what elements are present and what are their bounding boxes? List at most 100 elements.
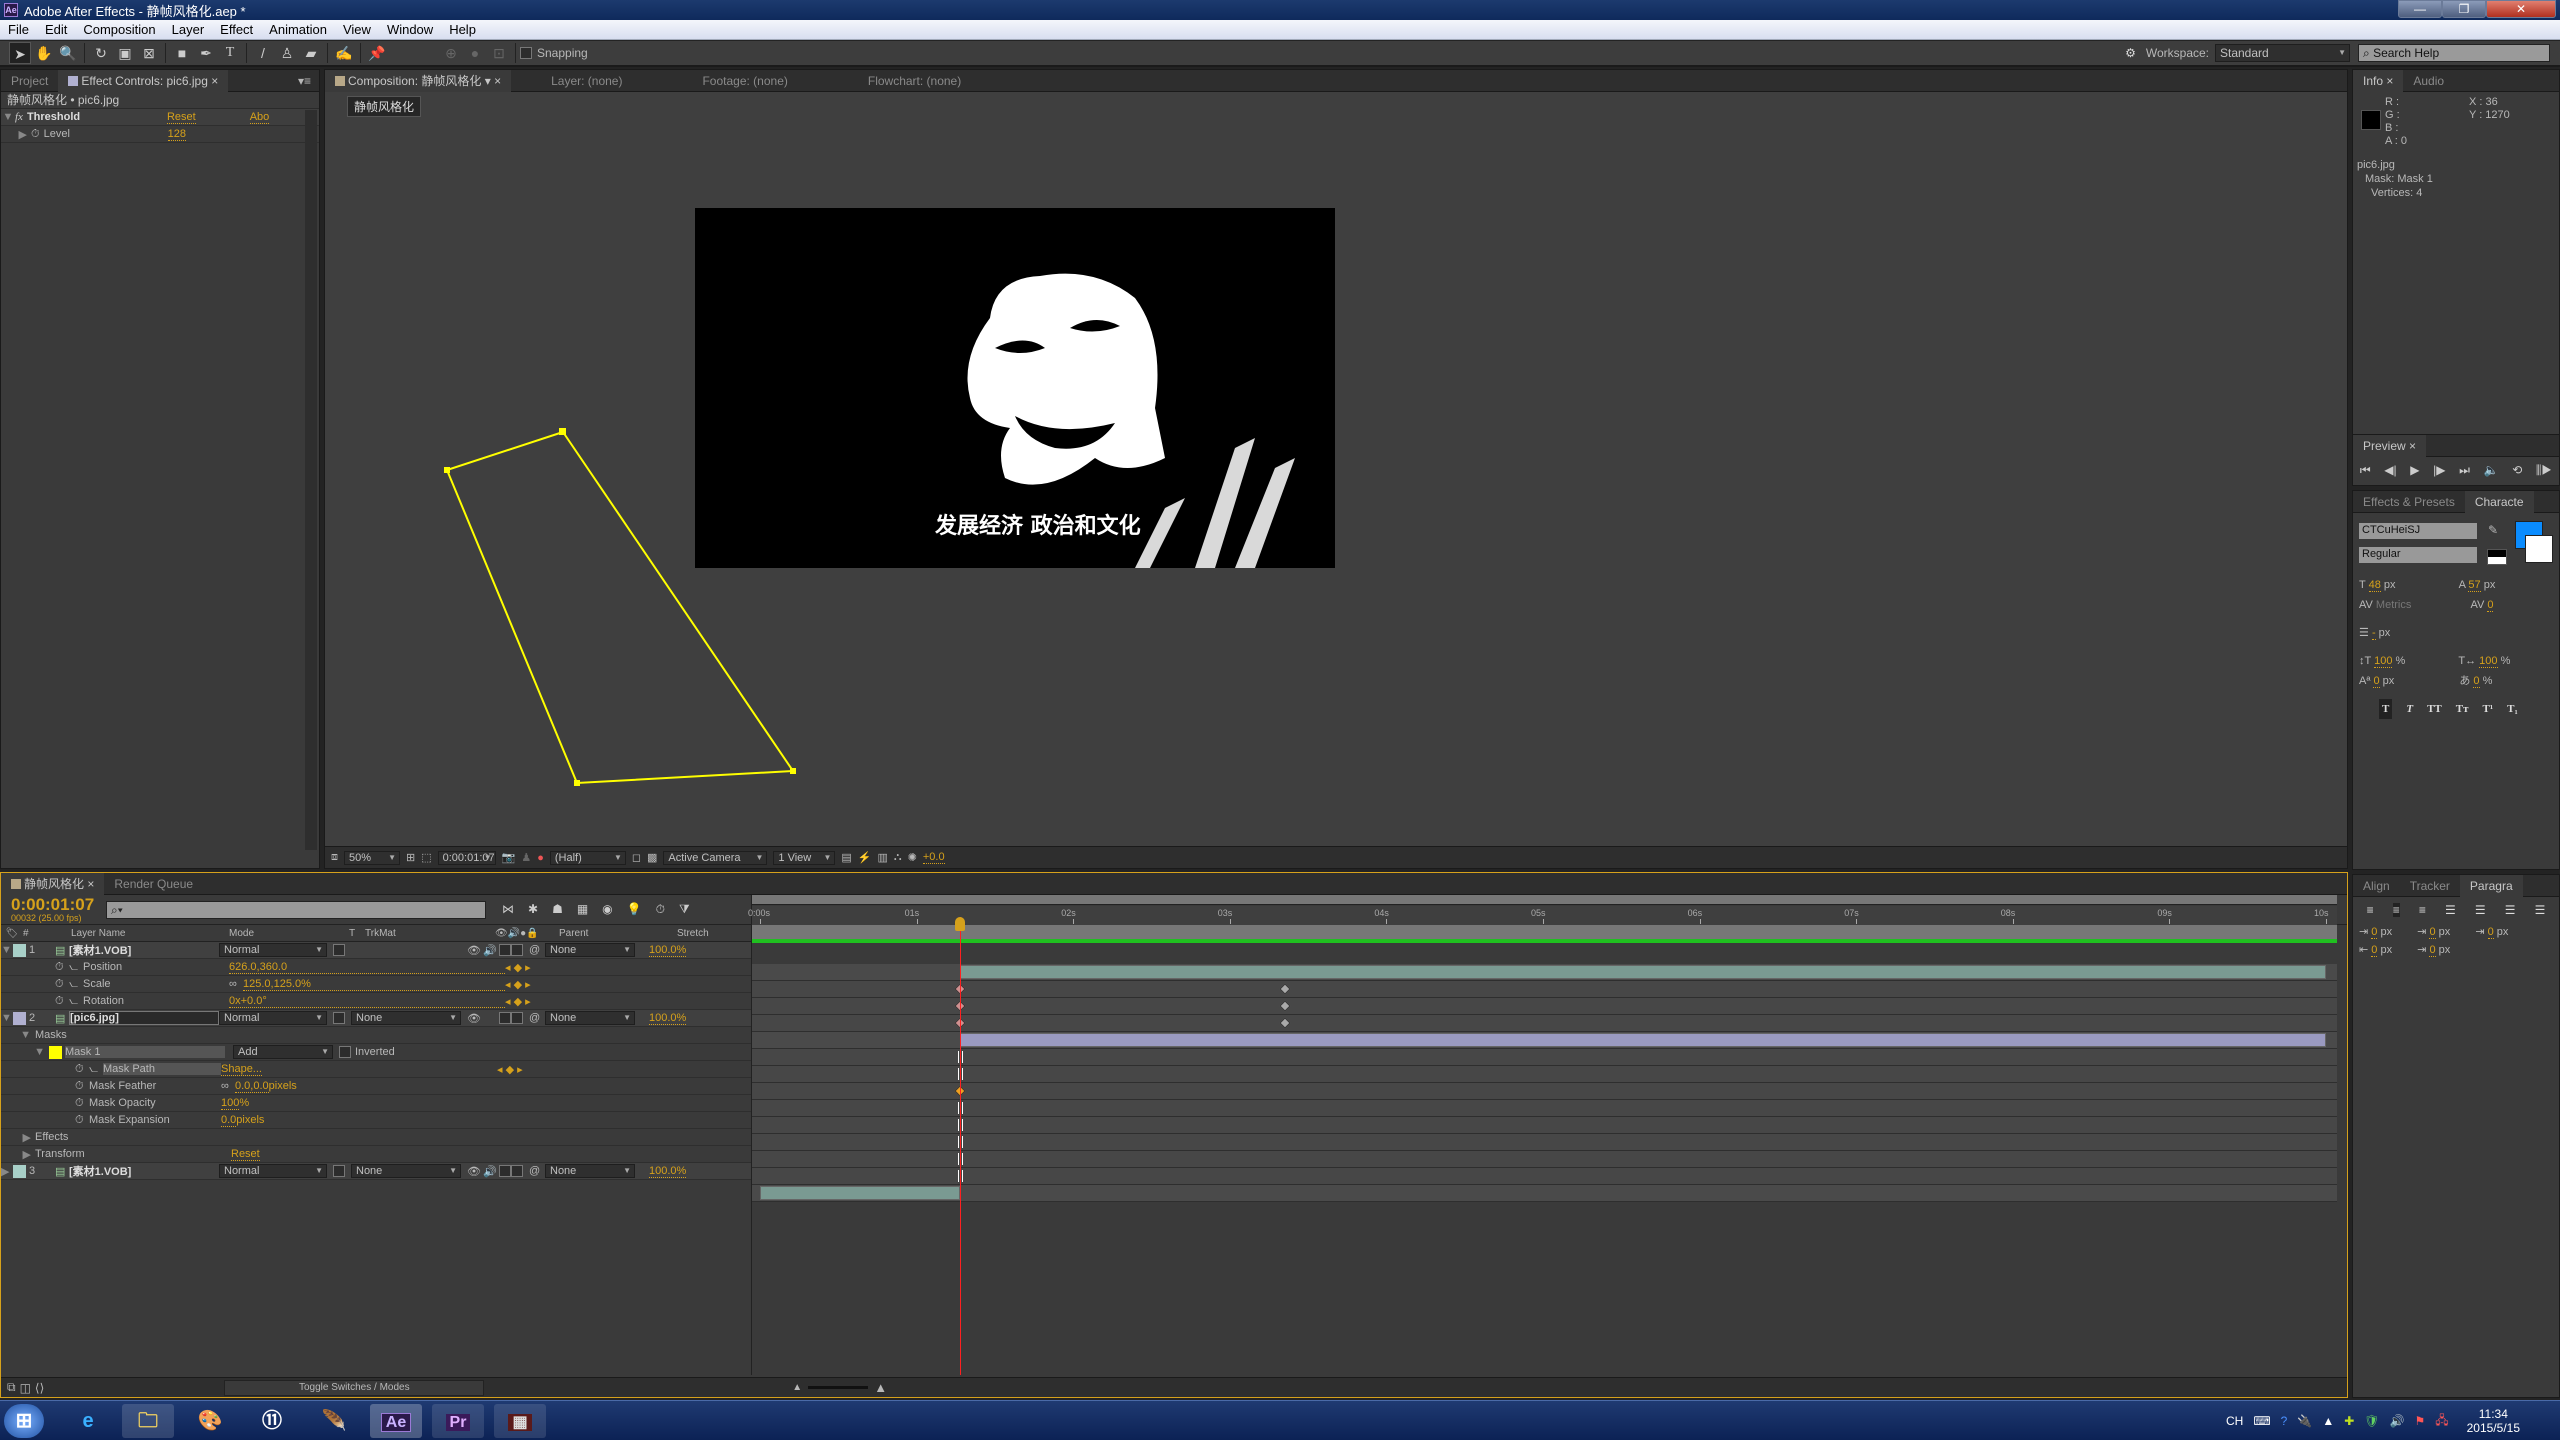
property-value[interactable]: 0.0,0.0 (235, 1080, 269, 1093)
label-color-swatch[interactable] (13, 1164, 26, 1178)
track-lane[interactable] (752, 1168, 2337, 1185)
clock-date[interactable]: 2015/5/15 (2467, 1421, 2520, 1435)
clock-time[interactable]: 11:34 (2467, 1407, 2520, 1421)
property-row[interactable]: ⏱ ⦦ Scale ∞ 125.0,125.0% ◂ ◆ ▸ (1, 976, 751, 993)
current-time-field[interactable]: 0:00:01:07 (437, 850, 496, 865)
region-of-interest-icon[interactable]: ◻ (632, 851, 641, 864)
security-plus-icon[interactable]: ✚ (2344, 1414, 2354, 1428)
loop-icon[interactable]: ⟲ (2512, 463, 2522, 478)
layer-row[interactable]: ▼2▤[pic6.jpg]NormalNone👁@None100.0% (1, 1010, 751, 1027)
property-value[interactable]: 0x+0.0° (229, 995, 505, 1008)
indent-left-value[interactable]: 0 (2371, 926, 2378, 939)
minimize-button[interactable]: — (2398, 0, 2442, 18)
axis-view-icon[interactable]: ⊡ (488, 42, 510, 64)
group-reset-link[interactable]: Reset (231, 1148, 260, 1161)
layer-name[interactable]: [素材1.VOB] (69, 1163, 219, 1179)
tab-timeline-comp[interactable]: 静帧风格化 × (1, 872, 105, 895)
tab-effects-presets[interactable]: Effects & Presets (2353, 491, 2465, 513)
layer-search-field[interactable]: ⌕▾ (106, 900, 486, 919)
property-value[interactable]: 100 (221, 1097, 240, 1110)
mask-vertex[interactable] (444, 467, 450, 473)
tab-project[interactable]: Project (1, 70, 58, 92)
volume-icon[interactable]: 🔊 (2390, 1414, 2405, 1428)
track-lane[interactable] (752, 1083, 2337, 1100)
justify-left-icon[interactable]: ☰ (2445, 903, 2456, 917)
property-row[interactable]: ⏱ Mask Expansion 0.0 pixels (1, 1112, 751, 1129)
rotate-tool-icon[interactable]: ↻ (90, 42, 112, 64)
mask-visibility-icon[interactable]: ⬚ (421, 851, 431, 864)
layer-duration-bar[interactable] (760, 1186, 961, 1200)
audio-icon[interactable]: 🔈 (2484, 463, 2499, 478)
baseline-shift-value[interactable]: 0 (2373, 675, 2380, 688)
property-row[interactable]: ▶ Transform Reset (1, 1146, 751, 1163)
graph-icon[interactable]: ⦦ (69, 961, 83, 974)
solo-switch[interactable] (499, 1012, 511, 1024)
menu-view[interactable]: View (335, 22, 379, 37)
track-lane[interactable] (752, 1100, 2337, 1117)
toggle-switches-modes-button[interactable]: Toggle Switches / Modes (224, 1379, 485, 1396)
after-effects-taskbar-icon[interactable]: Ae (370, 1404, 422, 1438)
search-help-field[interactable]: ⌕ Search Help (2358, 44, 2550, 62)
close-button[interactable]: ✕ (2486, 0, 2556, 18)
superscript-button[interactable]: T¹ (2483, 699, 2494, 719)
eyedropper-icon[interactable]: ✎ (2488, 523, 2498, 537)
comp-mini-flowchart-icon[interactable]: ⋈ (502, 902, 514, 917)
property-row[interactable]: ⏱ ⦦ Rotation 0x+0.0° ◂ ◆ ▸ (1, 993, 751, 1010)
expand-arrow-icon[interactable]: ▼ (1, 1029, 35, 1041)
type-tool-icon[interactable]: T (219, 42, 241, 64)
font-size-value[interactable]: 48 (2368, 579, 2381, 592)
mask-vertex[interactable] (574, 780, 580, 786)
tab-composition[interactable]: Composition: 静帧风格化 ▾ × (325, 69, 512, 92)
playhead-line[interactable] (960, 917, 962, 1375)
parent-dropdown[interactable]: None (545, 943, 635, 957)
track-lane[interactable] (752, 1117, 2337, 1134)
tab-align[interactable]: Align (2353, 875, 2400, 897)
current-time-indicator[interactable] (955, 917, 966, 931)
axis-mode-icon[interactable]: ⊕ (440, 42, 462, 64)
stopwatch-icon[interactable]: ⏱ (75, 1097, 89, 1110)
tab-footage[interactable]: Footage: (none) (692, 70, 797, 92)
shy-layers-icon[interactable]: ☗ (552, 902, 563, 917)
graph-icon[interactable]: ⦦ (89, 1063, 103, 1076)
preserve-transparency-checkbox[interactable] (333, 1165, 345, 1177)
stretch-value[interactable]: 100.0% (649, 1012, 687, 1025)
indent-right-value[interactable]: 0 (2371, 944, 2378, 957)
track-lane[interactable] (752, 1134, 2337, 1151)
layer-name[interactable]: [pic6.jpg] (69, 1011, 219, 1025)
subscript-button[interactable]: T₁ (2507, 699, 2518, 719)
font-style-dropdown[interactable]: Regular (2359, 547, 2477, 563)
effect-about-link[interactable]: Abo (249, 111, 270, 124)
property-row[interactable]: ▼ Mask 1 Add Inverted (1, 1044, 751, 1061)
property-row[interactable]: ▼ Masks (1, 1027, 751, 1044)
motion-blur-icon[interactable]: ◉ (602, 902, 612, 917)
all-caps-button[interactable]: TT (2427, 699, 2442, 719)
default-colors-icon[interactable] (2487, 549, 2507, 565)
menu-edit[interactable]: Edit (37, 22, 75, 37)
channel-icon[interactable]: ● (537, 852, 544, 864)
effect-reset-link[interactable]: Reset (166, 111, 196, 124)
layer-name[interactable]: [素材1.VOB] (69, 942, 219, 958)
menu-composition[interactable]: Composition (75, 22, 163, 37)
zoom-tool-icon[interactable]: 🔍 (57, 42, 79, 64)
show-hidden-icons[interactable]: ▲ (2322, 1414, 2334, 1428)
fx-icon[interactable]: fx (15, 111, 23, 123)
stretch-value[interactable]: 100.0% (649, 1165, 687, 1178)
media-encoder-taskbar-icon[interactable]: ▦ (494, 1404, 546, 1438)
justify-center-icon[interactable]: ☰ (2475, 903, 2486, 917)
keyframe[interactable] (1278, 983, 1291, 995)
tab-layer[interactable]: Layer: (none) (541, 70, 632, 92)
menu-file[interactable]: File (0, 22, 37, 37)
tab-render-queue[interactable]: Render Queue (104, 873, 203, 895)
start-button[interactable]: ⊞ (4, 1404, 44, 1438)
parent-pickwhip-icon[interactable]: @ (529, 944, 545, 956)
faux-bold-button[interactable]: T (2379, 699, 2393, 719)
track-lane[interactable] (752, 1151, 2337, 1168)
inverted-checkbox[interactable] (339, 1046, 351, 1058)
kerning-value[interactable]: Metrics (2376, 599, 2411, 611)
timeline-icon[interactable]: ▥ (878, 851, 888, 864)
zoom-in-icon[interactable]: ▲ (874, 1380, 887, 1395)
tab-paragraph[interactable]: Paragra (2459, 874, 2523, 897)
lock-switch[interactable] (511, 944, 523, 956)
mask-mode-dropdown[interactable]: Add (233, 1045, 333, 1059)
expand-arrow-icon[interactable]: ▼ (1, 944, 13, 956)
